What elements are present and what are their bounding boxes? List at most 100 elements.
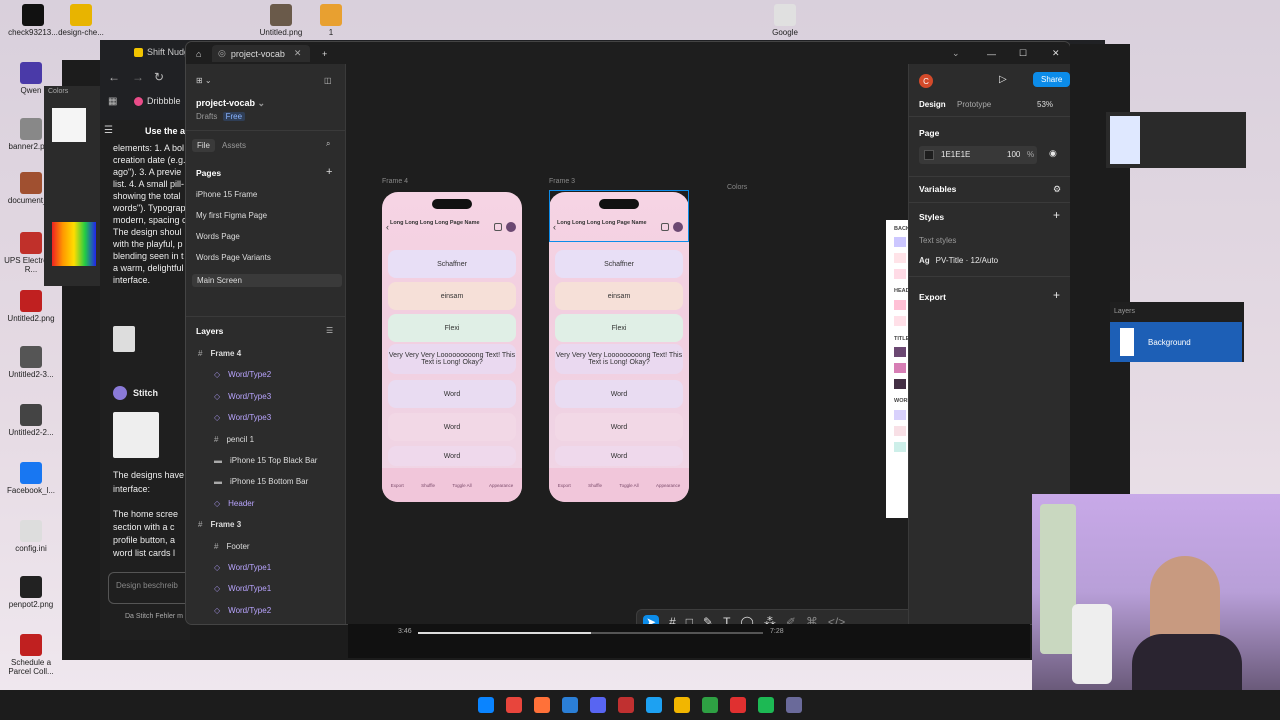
back-icon[interactable]: ← <box>108 70 120 84</box>
color-swatch[interactable] <box>894 347 906 357</box>
word-card[interactable]: Very Very Very Looooooooong Text! This T… <box>555 344 683 374</box>
taskbar-app-icon[interactable] <box>786 697 802 713</box>
word-card[interactable]: einsam <box>555 282 683 310</box>
avatar[interactable]: C <box>919 74 933 88</box>
tab-design[interactable]: Design <box>919 100 946 109</box>
add-export-icon[interactable]: + <box>1053 288 1060 302</box>
variables-icon[interactable]: ⚙ <box>1053 184 1061 195</box>
minimize-button[interactable]: — <box>981 45 1002 62</box>
color-swatch[interactable] <box>894 253 906 263</box>
export-title[interactable]: Export <box>919 292 946 302</box>
page-item[interactable]: iPhone 15 Frame <box>196 190 257 199</box>
desktop-icon[interactable]: 1 <box>300 4 362 37</box>
taskbar-app-icon[interactable] <box>506 697 522 713</box>
text-style-item[interactable]: Ag PV-Title · 12/Auto <box>919 256 998 265</box>
toggle-sidebar-icon[interactable]: ◫ <box>324 76 332 85</box>
footer-item[interactable]: Toggle All <box>619 483 638 488</box>
desktop-icon[interactable]: Google <box>754 4 816 37</box>
search-icon[interactable]: ⌕ <box>326 139 330 149</box>
maximize-button[interactable]: ☐ <box>1013 45 1033 62</box>
taskbar-app-icon[interactable] <box>562 697 578 713</box>
back-icon[interactable]: ‹ <box>386 222 389 232</box>
forward-icon[interactable]: → <box>132 70 144 84</box>
taskbar-app-icon[interactable] <box>534 697 550 713</box>
variables-title[interactable]: Variables <box>919 184 956 194</box>
word-card[interactable]: einsam <box>388 282 516 310</box>
design-thumbnail[interactable] <box>113 412 159 458</box>
rectangle-tool-icon[interactable]: □ <box>686 615 693 624</box>
color-palette[interactable] <box>52 222 96 266</box>
close-tab-icon[interactable]: ✕ <box>294 48 302 59</box>
page-item[interactable]: Words Page <box>196 232 240 241</box>
taskbar-app-icon[interactable] <box>702 697 718 713</box>
footer-item[interactable]: Toggle All <box>452 483 471 488</box>
move-tool-icon[interactable]: ➤ <box>643 615 660 624</box>
desktop-icon[interactable]: Untitled2-2... <box>0 404 62 437</box>
color-swatch[interactable] <box>894 379 906 389</box>
tab-project-vocab[interactable]: ◎ project-vocab ✕ <box>212 45 310 62</box>
code-icon[interactable]: </> <box>828 615 845 624</box>
color-swatch[interactable] <box>894 426 906 436</box>
dev-mode-icon[interactable]: ⌘ <box>806 615 818 624</box>
frame3-label[interactable]: Frame 3 <box>549 178 575 185</box>
frame4-label[interactable]: Frame 4 <box>382 178 408 185</box>
layer-item[interactable]: # Frame 4 <box>198 349 241 358</box>
pen-tool-icon[interactable]: ✎ <box>703 615 713 624</box>
comment-tool-icon[interactable]: ◯ <box>740 615 753 624</box>
figma-menu-icon[interactable]: ⊞ ⌄ <box>196 76 212 85</box>
footer-item[interactable]: Appearance <box>489 483 513 488</box>
word-card[interactable]: Word <box>555 380 683 408</box>
footer-item[interactable]: Shuffle <box>421 483 435 488</box>
word-card[interactable]: Schaffner <box>555 250 683 278</box>
colors-frame-label[interactable]: Colors <box>727 184 747 191</box>
tab-file[interactable]: File <box>192 139 215 152</box>
word-card[interactable]: Word <box>555 446 683 466</box>
desktop-icon[interactable]: design-che... <box>50 4 112 37</box>
chevron-down-icon[interactable]: ⌄ <box>946 45 966 62</box>
page-color-field[interactable]: 1E1E1E 100 % <box>919 146 1037 164</box>
add-style-icon[interactable]: + <box>1053 208 1060 222</box>
layer-item[interactable]: ◇ Word/Type1 <box>214 584 271 593</box>
page-item[interactable]: Words Page Variants <box>196 253 271 262</box>
word-card[interactable]: Flexi <box>388 314 516 342</box>
layer-item[interactable]: ▬ iPhone 15 Top Black Bar <box>214 456 317 465</box>
layer-item[interactable]: ◇ Word/Type2 <box>214 606 271 615</box>
avatar-icon[interactable] <box>506 222 516 232</box>
footer-item[interactable]: Shuffle <box>588 483 602 488</box>
layer-item-background[interactable]: Background <box>1110 322 1242 362</box>
page-item[interactable]: Main Screen <box>192 274 342 287</box>
menu-icon[interactable]: ☰ <box>104 125 113 136</box>
taskbar-app-icon[interactable] <box>590 697 606 713</box>
desktop-icon[interactable]: Schedule a Parcel Coll... <box>0 634 62 676</box>
bookmark-dribbble[interactable]: Dribbble <box>134 96 181 106</box>
taskbar-app-icon[interactable] <box>730 697 746 713</box>
design-prompt-input[interactable]: Design beschreib <box>108 572 190 604</box>
reload-icon[interactable]: ↻ <box>154 70 164 84</box>
apps-icon[interactable]: ▦ <box>108 96 117 107</box>
share-button[interactable]: Share <box>1033 72 1070 87</box>
layer-item[interactable]: ◇ Word/Type1 <box>214 563 271 572</box>
visibility-eye-icon[interactable]: ◉ <box>1049 148 1057 159</box>
desktop-icon[interactable]: penpot2.png <box>0 576 62 609</box>
layer-item[interactable]: ▬ iPhone 15 Bottom Bar <box>214 477 308 486</box>
color-swatch[interactable] <box>894 410 906 420</box>
frame-4-phone[interactable]: Long Long Long Long Page Name ‹ Schaffner e… <box>382 192 522 502</box>
word-card[interactable]: Very Very Very Looooooooong Text! This T… <box>388 344 516 374</box>
layer-item[interactable]: # pencil 1 <box>214 435 254 444</box>
text-tool-icon[interactable]: T <box>723 615 730 624</box>
add-page-icon[interactable]: + <box>326 166 332 178</box>
taskbar-app-icon[interactable] <box>674 697 690 713</box>
footer-item[interactable]: Appearance <box>656 483 680 488</box>
layer-item[interactable]: ◇ Header <box>214 499 254 508</box>
frame-tool-icon[interactable]: # <box>669 615 676 624</box>
tab-prototype[interactable]: Prototype <box>957 100 991 109</box>
new-tab-button[interactable]: + <box>316 45 333 62</box>
color-swatch[interactable] <box>894 269 906 279</box>
layer-item[interactable]: # Footer <box>214 542 250 551</box>
desktop-icon[interactable]: Facebook_l... <box>0 462 62 495</box>
word-card[interactable]: Word <box>388 413 516 441</box>
layer-item[interactable]: ◇ Word/Type2 <box>214 370 271 379</box>
word-card[interactable]: Word <box>388 446 516 466</box>
color-swatch[interactable] <box>894 442 906 452</box>
close-window-button[interactable]: ✕ <box>1046 45 1066 62</box>
